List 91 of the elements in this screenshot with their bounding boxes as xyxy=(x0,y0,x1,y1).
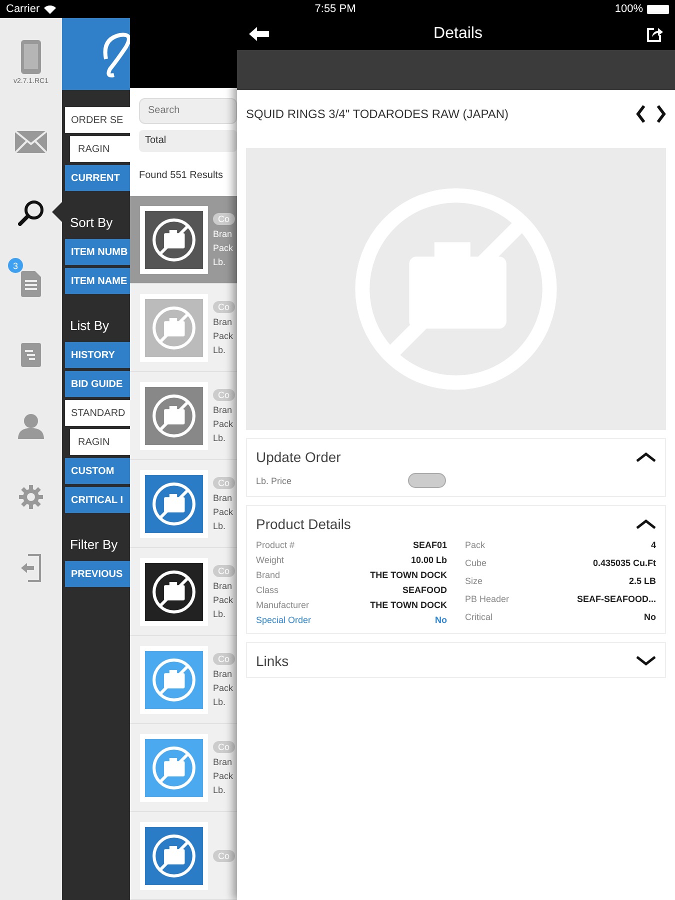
menu-button[interactable]: BID GUIDE xyxy=(65,371,130,397)
detail-value: No xyxy=(434,615,447,625)
clock-time: 7:55 PM xyxy=(314,3,356,15)
expand-chevron-icon[interactable] xyxy=(636,656,656,666)
row-text: Lb. xyxy=(213,608,227,618)
page-title: Details xyxy=(432,25,484,43)
row-text: Bran xyxy=(213,492,234,502)
section-heading: List By xyxy=(69,317,110,335)
menu-button[interactable]: PREVIOUS xyxy=(65,561,130,587)
detail-label: Class xyxy=(256,585,280,595)
total-dropdown[interactable]: Total xyxy=(139,130,237,152)
section-title: Update Order xyxy=(256,449,341,465)
collapse-chevron-icon[interactable] xyxy=(636,452,656,462)
row-text: Pack xyxy=(213,682,234,692)
row-text: Lb. xyxy=(213,432,227,442)
previous-icon[interactable] xyxy=(636,105,646,123)
detail-label: Manufacturer xyxy=(256,600,310,610)
no-photo-icon xyxy=(151,216,197,262)
no-photo-icon xyxy=(151,568,197,614)
select-field[interactable]: RAGIN xyxy=(70,136,130,162)
product-title: SQUID RINGS 3/4" TODARODES RAW (JAPAN) xyxy=(246,107,510,121)
detail-label: Weight xyxy=(256,555,285,565)
section-title: Links xyxy=(256,653,289,669)
detail-label: Critical xyxy=(465,612,494,624)
menu-button[interactable]: ITEM NUMB xyxy=(65,239,130,265)
results-count: Found 551 Results xyxy=(138,169,224,183)
row-text: Bran xyxy=(213,668,234,678)
section-heading: Filter By xyxy=(69,536,119,554)
detail-value: 4 xyxy=(650,540,656,552)
row-text: Bran xyxy=(213,580,234,590)
no-photo-icon xyxy=(151,392,197,438)
row-text: Pack xyxy=(213,242,234,252)
detail-value: SEAFOOD xyxy=(401,585,447,595)
row-text: Pack xyxy=(213,330,234,340)
battery-icon xyxy=(647,4,670,14)
row-text: Lb. xyxy=(213,696,227,706)
battery-percent: 100% xyxy=(614,3,644,15)
row-text: Pack xyxy=(213,506,234,516)
count-badge: 3 xyxy=(8,258,23,273)
row-text: Pack xyxy=(213,770,234,780)
row-text: Bran xyxy=(213,404,234,414)
wifi-icon xyxy=(44,4,56,14)
row-text: Bran xyxy=(213,228,234,238)
row-text: Lb. xyxy=(213,784,227,794)
carrier-name: Carrier xyxy=(6,3,40,15)
row-text: Bran xyxy=(213,316,234,326)
no-photo-icon xyxy=(151,304,197,350)
share-icon[interactable] xyxy=(647,26,663,42)
search-icon[interactable] xyxy=(18,200,44,226)
detail-label: Brand xyxy=(256,570,282,580)
row-text: Bran xyxy=(213,756,234,766)
detail-label: Cube xyxy=(465,558,488,570)
no-photo-icon xyxy=(151,744,197,790)
no-photo-icon xyxy=(151,832,197,878)
select-field[interactable]: ORDER SE xyxy=(65,107,130,133)
detail-link[interactable]: Special Order xyxy=(256,615,312,625)
detail-value: SEAF01 xyxy=(412,540,447,550)
detail-value: SEAF-SEAFOOD... xyxy=(576,594,656,606)
detail-value: THE TOWN DOCK xyxy=(369,600,447,610)
detail-label: Pack xyxy=(465,540,486,552)
row-text: Pack xyxy=(213,418,234,428)
no-photo-icon xyxy=(151,480,197,526)
detail-value: 2.5 LB xyxy=(628,576,656,588)
select-field[interactable]: STANDARD xyxy=(65,400,130,426)
select-field[interactable]: RAGIN xyxy=(70,429,130,455)
detail-value: THE TOWN DOCK xyxy=(369,570,447,580)
price-field[interactable] xyxy=(408,473,446,488)
search-field[interactable]: Search xyxy=(139,98,237,124)
row-text: Pack xyxy=(213,594,234,604)
collapse-chevron-icon[interactable] xyxy=(636,519,656,529)
menu-button[interactable]: CURRENT xyxy=(65,165,130,191)
menu-button[interactable]: ITEM NAME xyxy=(65,268,130,294)
menu-button[interactable]: CRITICAL I xyxy=(65,487,130,513)
row-text: Lb. xyxy=(213,344,227,354)
no-photo-icon xyxy=(151,656,197,702)
tablet-icon xyxy=(21,40,41,74)
field-label: Lb. Price xyxy=(256,476,293,486)
detail-label: PB Header xyxy=(465,594,510,606)
section-title: Product Details xyxy=(256,516,351,532)
row-text: Lb. xyxy=(213,520,227,530)
detail-label: Product # xyxy=(256,540,296,550)
menu-button[interactable]: CUSTOM xyxy=(65,458,130,484)
detail-value: 10.00 Lb xyxy=(410,555,447,565)
row-text: Lb. xyxy=(213,256,227,266)
detail-value: No xyxy=(643,612,656,624)
detail-value: 0.435035 Cu.Ft xyxy=(592,558,656,570)
next-icon[interactable] xyxy=(656,105,666,123)
back-arrow-icon[interactable] xyxy=(249,27,269,41)
menu-button[interactable]: HISTORY xyxy=(65,342,130,368)
section-heading: Sort By xyxy=(69,214,114,232)
detail-label: Size xyxy=(465,576,484,588)
